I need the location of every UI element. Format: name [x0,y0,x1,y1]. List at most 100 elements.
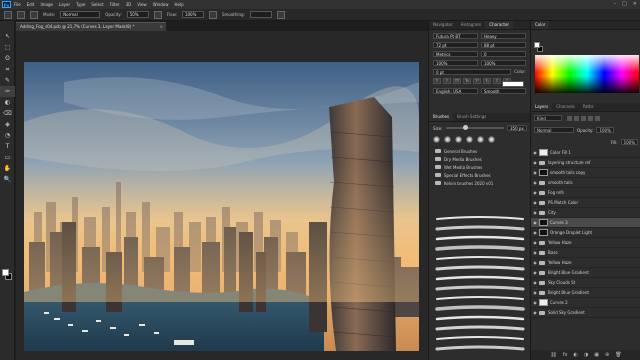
layer-row[interactable]: ◉ Fog refs [531,188,640,198]
tab-character[interactable]: Character [485,21,514,29]
tab-navigator[interactable]: Navigator [429,21,457,29]
brush-folder[interactable]: Wet Media Brushes [429,163,531,171]
font-style-select[interactable]: Heavy [481,33,526,39]
visibility-eye-icon[interactable]: ◉ [531,270,539,275]
superscript-button[interactable]: T¹ [473,78,481,84]
menu-type[interactable]: Type [76,2,85,7]
menu-help[interactable]: Help [174,2,183,7]
tab-channels[interactable]: Channels [552,103,579,111]
visibility-eye-icon[interactable]: ◉ [531,170,539,175]
smart-object-filter-icon[interactable] [595,115,600,121]
recent-brush-2[interactable] [444,136,451,143]
document-tab[interactable]: Adding_Fog_s04.psb @ 21,7% (Curves 3, La… [16,22,166,31]
tab-paths[interactable]: Paths [579,103,598,111]
blend-mode-select[interactable]: Normal [534,127,574,133]
visibility-eye-icon[interactable]: ◉ [531,210,539,215]
brush-folder[interactable]: Special Effects Brushes [429,171,531,179]
document-image[interactable] [24,62,419,351]
hand-tool-icon[interactable]: ✋ [0,163,15,174]
menu-window[interactable]: Window [153,2,169,7]
shape-tool-icon[interactable]: ▭ [0,152,15,163]
panel-foreground-swatch[interactable] [534,42,540,48]
zoom-tool-icon[interactable]: 🔍 [0,174,15,185]
language-select[interactable]: English: USA [433,88,478,94]
all-caps-button[interactable]: TT [453,78,461,84]
new-group-icon[interactable]: ▣ [594,352,599,358]
dodge-tool-icon[interactable]: ◔ [0,130,15,141]
tab-brushes[interactable]: Brushes [429,113,454,121]
close-tab-icon[interactable]: × [160,23,163,31]
layer-row[interactable]: ◉ smooth tails copy [531,168,640,178]
brush-size-field[interactable]: 350 px [507,125,527,131]
layer-row[interactable]: ◉ Yellow Haze [531,258,640,268]
layer-opacity-field[interactable]: 100% [596,127,614,133]
eyedropper-tool-icon[interactable]: ✎ [0,75,15,86]
tab-brush-settings[interactable]: Brush Settings [453,113,490,121]
pressure-opacity-icon[interactable] [153,10,162,19]
recent-brush-5[interactable] [477,136,484,143]
vertical-scale-field[interactable]: 100% [433,60,478,66]
underline-button[interactable]: T [493,78,501,84]
new-layer-icon[interactable]: ⊕ [605,352,609,358]
layer-row[interactable]: ◉ Color Fill 1 [531,148,640,158]
smoothing-field[interactable] [249,11,272,18]
menu-3d[interactable]: 3D [126,2,132,7]
font-size-field[interactable]: 72 pt [433,42,478,48]
type-filter-icon[interactable] [581,115,586,121]
menu-view[interactable]: View [137,2,147,7]
layer-style-icon[interactable]: fx [563,352,568,358]
visibility-eye-icon[interactable]: ◉ [531,230,539,235]
layer-row[interactable]: ◉ Bright Blue Gradient [531,288,640,298]
layer-fill-field[interactable]: 100% [620,139,638,145]
layer-row[interactable]: ◉ Bright Blue Gradient [531,268,640,278]
visibility-eye-icon[interactable]: ◉ [531,190,539,195]
visibility-eye-icon[interactable]: ◉ [531,260,539,265]
airbrush-icon[interactable] [208,10,217,19]
brush-preset-picker[interactable] [17,10,25,19]
tab-layers[interactable]: Layers [531,103,553,111]
layer-row[interactable]: ◉ Curves 2 [531,298,640,308]
brush-settings-toggle-icon[interactable] [30,10,38,19]
visibility-eye-icon[interactable]: ◉ [531,290,539,295]
baseline-shift-field[interactable]: 0 pt [433,69,512,75]
layer-row[interactable]: ◉ Orange Droplet Light [531,228,640,238]
visibility-eye-icon[interactable]: ◉ [531,180,539,185]
eraser-tool-icon[interactable]: ⌫ [0,108,15,119]
recent-brush-3[interactable] [455,136,462,143]
menu-file[interactable]: File [14,2,21,7]
subscript-button[interactable]: T₁ [483,78,491,84]
opacity-field[interactable]: 50% [126,11,149,18]
pixel-filter-icon[interactable] [567,115,572,121]
brush-folder[interactable]: Dry Media Brushes [429,155,531,163]
visibility-eye-icon[interactable]: ◉ [531,310,539,315]
brush-folder[interactable]: Kelvin brushes 2020 v01 [429,179,531,187]
layer-row[interactable]: ◉ Base [531,248,640,258]
layer-kind-filter[interactable]: Kind [534,115,562,121]
text-color-chip[interactable] [502,81,524,87]
faux-italic-button[interactable]: T [443,78,451,84]
layer-row[interactable]: ◉ Curves 3 [531,218,640,228]
horizontal-scale-field[interactable]: 100% [481,60,526,66]
visibility-eye-icon[interactable]: ◉ [531,220,539,225]
maximize-button[interactable]: □ [622,1,627,7]
crop-tool-icon[interactable]: ⌗ [0,64,15,75]
visibility-eye-icon[interactable]: ◉ [531,240,539,245]
tab-color[interactable]: Color [531,21,550,29]
layer-row[interactable]: ◉ layering structure ref [531,158,640,168]
menu-layer[interactable]: Layer [59,2,70,7]
type-tool-icon[interactable]: T [0,141,15,152]
brush-tool-icon[interactable]: ✑ [0,86,15,97]
shape-filter-icon[interactable] [588,115,593,121]
tab-histogram[interactable]: Histogram [457,21,486,29]
visibility-eye-icon[interactable]: ◉ [531,300,539,305]
tracking-field[interactable]: 0 [481,51,526,57]
visibility-eye-icon[interactable]: ◉ [531,160,539,165]
layer-row[interactable]: ◉ smooth tails [531,178,640,188]
menu-filter[interactable]: Filter [110,2,120,7]
brush-size-slider[interactable] [445,125,504,130]
color-spectrum[interactable] [535,55,639,93]
small-caps-button[interactable]: Tt [463,78,471,84]
kerning-field[interactable]: Metrics [433,51,478,57]
adjustment-filter-icon[interactable] [574,115,579,121]
brush-tool-icon[interactable] [4,10,12,19]
